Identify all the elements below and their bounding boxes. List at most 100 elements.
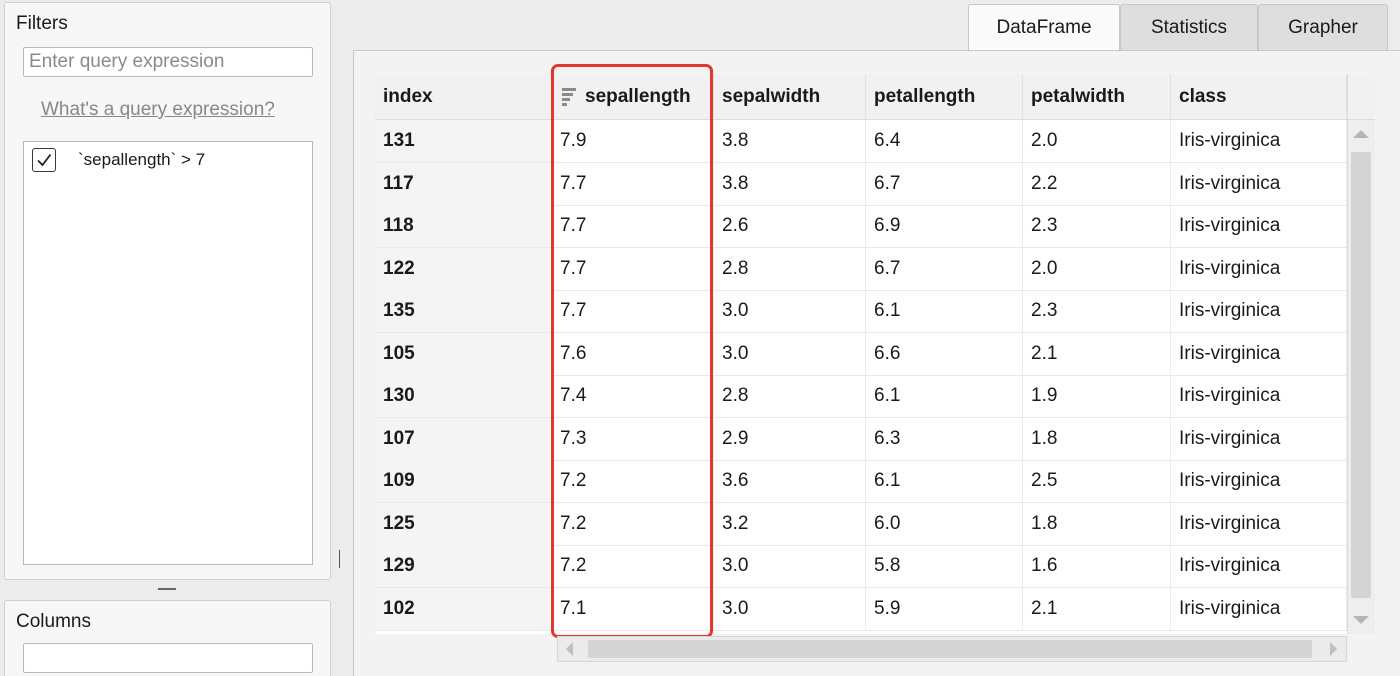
horizontal-scrollbar[interactable] — [557, 636, 1347, 662]
filter-checkbox[interactable] — [32, 148, 56, 172]
cell-petalwidth[interactable]: 2.5 — [1023, 460, 1171, 502]
cell-sepallength[interactable]: 7.7 — [552, 162, 714, 205]
column-header-petalwidth[interactable]: petalwidth — [1023, 74, 1171, 119]
tab-dataframe[interactable]: DataFrame — [968, 4, 1120, 50]
table-row[interactable]: 109 7.2 3.6 6.1 2.5 Iris-virginica — [375, 460, 1347, 503]
cell-class[interactable]: Iris-virginica — [1171, 545, 1347, 587]
cell-petalwidth[interactable]: 2.2 — [1023, 162, 1171, 205]
cell-sepalwidth[interactable]: 2.8 — [714, 247, 866, 290]
scroll-down-arrow-icon[interactable] — [1353, 616, 1369, 624]
cell-class[interactable]: Iris-virginica — [1171, 205, 1347, 247]
panel-split-handle[interactable] — [158, 588, 176, 590]
cell-sepallength[interactable]: 7.9 — [552, 120, 714, 162]
cell-class[interactable]: Iris-virginica — [1171, 460, 1347, 502]
query-help-link[interactable]: What's a query expression? — [41, 99, 275, 121]
cell-index[interactable]: 105 — [375, 332, 552, 375]
cell-sepallength[interactable]: 7.7 — [552, 247, 714, 290]
cell-petalwidth[interactable]: 1.8 — [1023, 417, 1171, 460]
cell-sepalwidth[interactable]: 3.8 — [714, 162, 866, 205]
table-row[interactable]: 131 7.9 3.8 6.4 2.0 Iris-virginica — [375, 120, 1347, 163]
cell-petalwidth[interactable]: 1.9 — [1023, 375, 1171, 417]
cell-sepalwidth[interactable]: 3.0 — [714, 290, 866, 332]
table-row[interactable]: 135 7.7 3.0 6.1 2.3 Iris-virginica — [375, 290, 1347, 333]
columns-input[interactable] — [23, 643, 313, 673]
table-row[interactable]: 118 7.7 2.6 6.9 2.3 Iris-virginica — [375, 205, 1347, 248]
cell-sepallength[interactable]: 7.2 — [552, 460, 714, 502]
cell-index[interactable]: 118 — [375, 205, 552, 247]
cell-petallength[interactable]: 6.7 — [866, 247, 1023, 290]
cell-petallength[interactable]: 6.6 — [866, 332, 1023, 375]
cell-petallength[interactable]: 6.4 — [866, 120, 1023, 162]
column-header-petallength[interactable]: petallength — [866, 74, 1023, 119]
column-header-sepallength[interactable]: sepallength — [552, 74, 714, 119]
scroll-up-arrow-icon[interactable] — [1353, 130, 1369, 138]
vertical-scroll-thumb[interactable] — [1351, 152, 1371, 598]
cell-sepalwidth[interactable]: 2.9 — [714, 417, 866, 460]
cell-sepalwidth[interactable]: 2.8 — [714, 375, 866, 417]
cell-index[interactable]: 102 — [375, 587, 552, 630]
vertical-split-handle[interactable] — [339, 550, 340, 568]
scroll-right-arrow-icon[interactable] — [1330, 642, 1337, 656]
cell-class[interactable]: Iris-virginica — [1171, 375, 1347, 417]
cell-index[interactable]: 130 — [375, 375, 552, 417]
cell-petalwidth[interactable]: 2.3 — [1023, 205, 1171, 247]
cell-sepalwidth[interactable]: 3.8 — [714, 120, 866, 162]
table-row[interactable]: 107 7.3 2.9 6.3 1.8 Iris-virginica — [375, 417, 1347, 461]
cell-petallength[interactable]: 5.9 — [866, 587, 1023, 630]
cell-sepallength[interactable]: 7.4 — [552, 375, 714, 417]
cell-sepallength[interactable]: 7.2 — [552, 545, 714, 587]
cell-petallength[interactable]: 6.3 — [866, 417, 1023, 460]
cell-sepallength[interactable]: 7.2 — [552, 502, 714, 545]
cell-index[interactable]: 135 — [375, 290, 552, 332]
cell-sepallength[interactable]: 7.7 — [552, 205, 714, 247]
cell-index[interactable]: 117 — [375, 162, 552, 205]
cell-class[interactable]: Iris-virginica — [1171, 162, 1347, 205]
cell-sepallength[interactable]: 7.1 — [552, 587, 714, 630]
scroll-left-arrow-icon[interactable] — [566, 642, 573, 656]
cell-petalwidth[interactable]: 2.3 — [1023, 290, 1171, 332]
vertical-scrollbar[interactable] — [1347, 74, 1375, 634]
cell-class[interactable]: Iris-virginica — [1171, 290, 1347, 332]
cell-index[interactable]: 122 — [375, 247, 552, 290]
horizontal-scroll-thumb[interactable] — [588, 640, 1312, 658]
cell-sepalwidth[interactable]: 2.6 — [714, 205, 866, 247]
table-row[interactable]: 122 7.7 2.8 6.7 2.0 Iris-virginica — [375, 247, 1347, 291]
table-row[interactable]: 130 7.4 2.8 6.1 1.9 Iris-virginica — [375, 375, 1347, 418]
cell-class[interactable]: Iris-virginica — [1171, 120, 1347, 162]
cell-petalwidth[interactable]: 2.0 — [1023, 247, 1171, 290]
cell-petallength[interactable]: 5.8 — [866, 545, 1023, 587]
cell-petalwidth[interactable]: 2.0 — [1023, 120, 1171, 162]
cell-petalwidth[interactable]: 2.1 — [1023, 332, 1171, 375]
cell-sepallength[interactable]: 7.3 — [552, 417, 714, 460]
column-header-index[interactable]: index — [375, 74, 552, 119]
cell-petalwidth[interactable]: 1.8 — [1023, 502, 1171, 545]
table-row[interactable]: 129 7.2 3.0 5.8 1.6 Iris-virginica — [375, 545, 1347, 588]
cell-petallength[interactable]: 6.9 — [866, 205, 1023, 247]
cell-class[interactable]: Iris-virginica — [1171, 247, 1347, 290]
cell-petallength[interactable]: 6.0 — [866, 502, 1023, 545]
cell-sepalwidth[interactable]: 3.0 — [714, 545, 866, 587]
cell-petallength[interactable]: 6.7 — [866, 162, 1023, 205]
cell-index[interactable]: 125 — [375, 502, 552, 545]
tab-statistics[interactable]: Statistics — [1120, 4, 1258, 50]
column-header-class[interactable]: class — [1171, 74, 1347, 119]
cell-class[interactable]: Iris-virginica — [1171, 417, 1347, 460]
cell-petalwidth[interactable]: 1.6 — [1023, 545, 1171, 587]
column-header-sepalwidth[interactable]: sepalwidth — [714, 74, 866, 119]
cell-sepallength[interactable]: 7.6 — [552, 332, 714, 375]
cell-index[interactable]: 109 — [375, 460, 552, 502]
table-row[interactable]: 125 7.2 3.2 6.0 1.8 Iris-virginica — [375, 502, 1347, 546]
cell-sepalwidth[interactable]: 3.0 — [714, 587, 866, 630]
cell-class[interactable]: Iris-virginica — [1171, 587, 1347, 630]
query-expression-input[interactable] — [23, 47, 313, 77]
cell-sepalwidth[interactable]: 3.0 — [714, 332, 866, 375]
cell-petallength[interactable]: 6.1 — [866, 375, 1023, 417]
cell-sepalwidth[interactable]: 3.2 — [714, 502, 866, 545]
cell-petallength[interactable]: 6.1 — [866, 290, 1023, 332]
cell-sepalwidth[interactable]: 3.6 — [714, 460, 866, 502]
table-row[interactable]: 105 7.6 3.0 6.6 2.1 Iris-virginica — [375, 332, 1347, 376]
cell-index[interactable]: 131 — [375, 120, 552, 162]
cell-petalwidth[interactable]: 2.1 — [1023, 587, 1171, 630]
cell-index[interactable]: 107 — [375, 417, 552, 460]
table-row[interactable]: 102 7.1 3.0 5.9 2.1 Iris-virginica — [375, 587, 1347, 631]
